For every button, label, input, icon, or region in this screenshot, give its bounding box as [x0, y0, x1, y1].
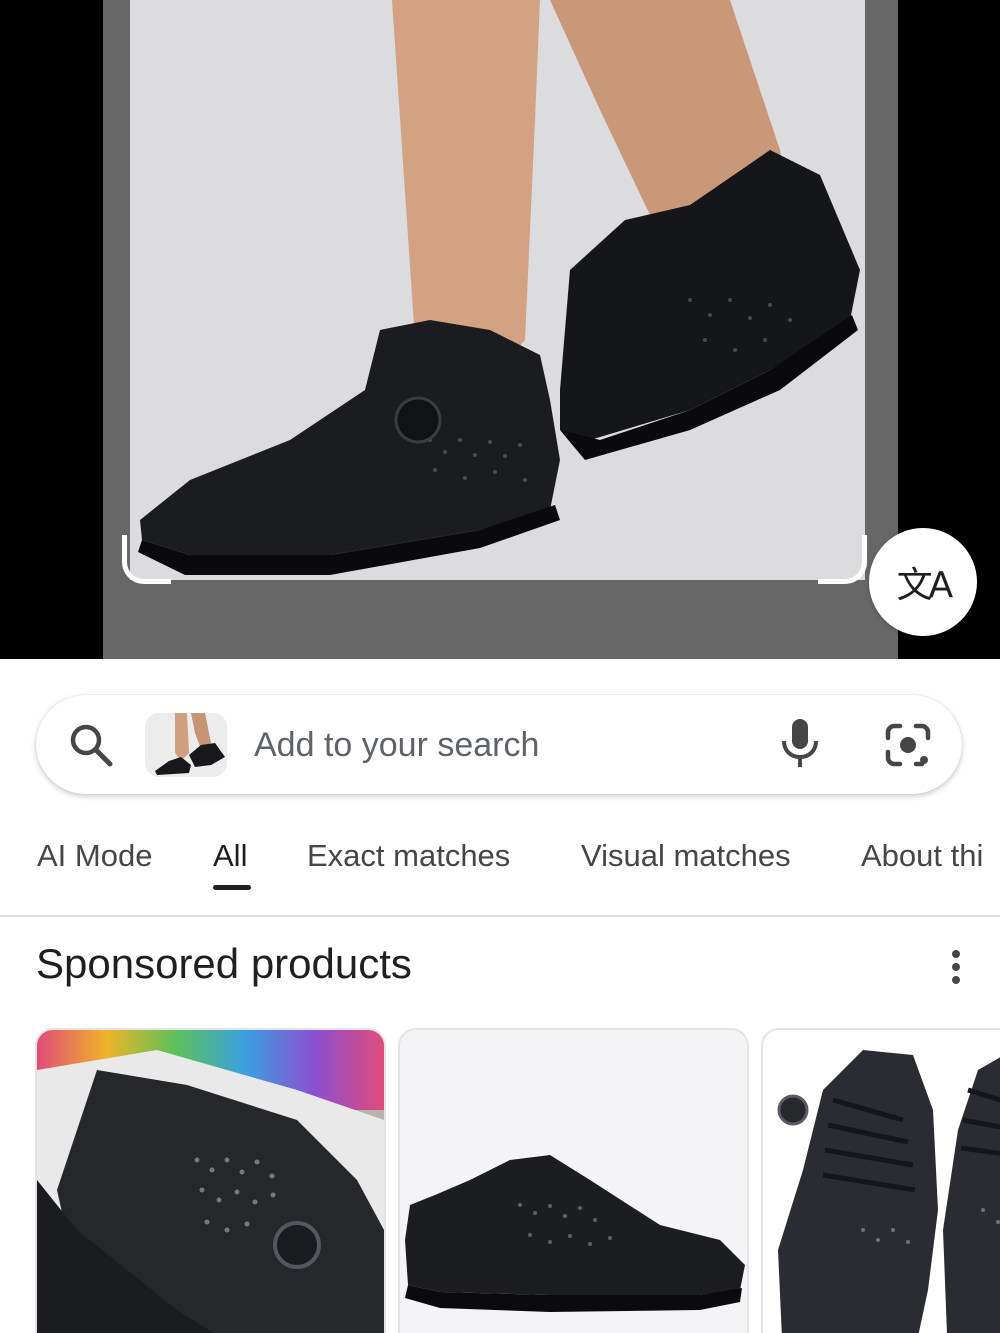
- search-bar[interactable]: [36, 695, 962, 794]
- translate-icon: 文A: [896, 565, 954, 606]
- query-image-thumbnail[interactable]: [145, 713, 227, 777]
- sponsored-products-carousel: [0, 1028, 1000, 1333]
- tab-all[interactable]: All: [213, 838, 247, 874]
- product-image: [763, 1030, 1000, 1333]
- product-image: [400, 1030, 747, 1333]
- tab-ai-mode[interactable]: AI Mode: [37, 838, 152, 874]
- search-input[interactable]: [254, 717, 754, 773]
- selected-image-region[interactable]: [130, 0, 865, 580]
- active-tab-indicator: [213, 885, 251, 890]
- product-card[interactable]: [35, 1028, 386, 1333]
- crop-handle-bottom-left[interactable]: [122, 535, 171, 584]
- viewer-photo-frame: [103, 0, 898, 659]
- product-image: [37, 1030, 384, 1333]
- image-viewer: 文A: [0, 0, 1000, 659]
- crop-handle-bottom-right[interactable]: [818, 535, 867, 584]
- product-card[interactable]: [761, 1028, 1000, 1333]
- product-card[interactable]: [398, 1028, 749, 1333]
- search-icon[interactable]: [68, 722, 114, 768]
- tab-about-this-image[interactable]: About thi: [861, 838, 983, 874]
- translate-button[interactable]: 文A: [869, 528, 977, 636]
- section-title: Sponsored products: [36, 940, 412, 987]
- camera-lens-icon[interactable]: [884, 722, 932, 768]
- microphone-icon[interactable]: [780, 717, 820, 769]
- tab-exact-matches[interactable]: Exact matches: [307, 838, 510, 874]
- results-tabs: AI Mode All Exact matches Visual matches…: [0, 820, 1000, 917]
- sneaker-photo: [130, 0, 865, 580]
- tab-visual-matches[interactable]: Visual matches: [581, 838, 791, 874]
- more-vertical-icon[interactable]: [945, 947, 967, 987]
